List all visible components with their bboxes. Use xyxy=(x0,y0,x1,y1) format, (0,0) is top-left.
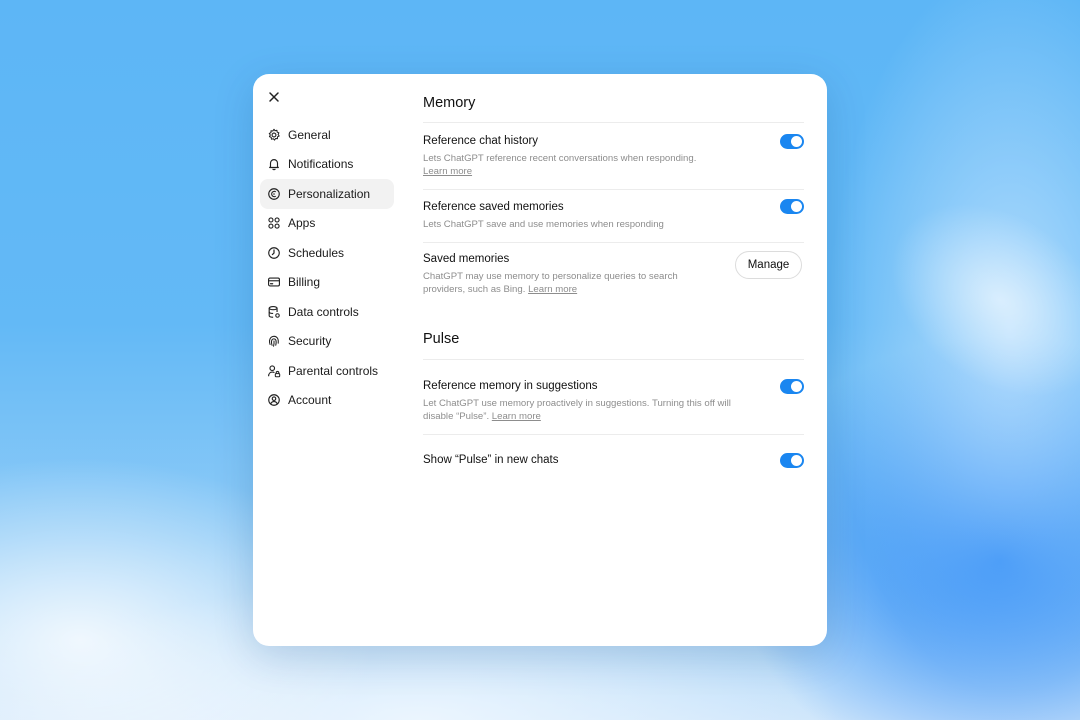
setting-title: Reference saved memories xyxy=(423,201,564,213)
setting-reference-memory-in-suggestions: Reference memory in suggestions Let Chat… xyxy=(423,379,804,423)
user-lock-icon xyxy=(267,364,281,378)
sidebar-item-schedules[interactable]: Schedules xyxy=(260,238,394,268)
sidebar-item-account[interactable]: Account xyxy=(260,386,394,416)
settings-dialog: General Notifications Personalization Ap… xyxy=(253,74,827,646)
section-title-pulse: Pulse xyxy=(423,331,460,347)
setting-title: Show “Pulse” in new chats xyxy=(423,454,559,466)
sidebar-item-label: Account xyxy=(288,393,332,408)
sidebar-item-apps[interactable]: Apps xyxy=(260,209,394,239)
sidebar-item-label: Notifications xyxy=(288,157,354,172)
settings-sidebar: General Notifications Personalization Ap… xyxy=(260,120,394,415)
desktop-background: General Notifications Personalization Ap… xyxy=(0,0,1080,720)
user-circle-icon xyxy=(267,393,281,407)
setting-description: Lets ChatGPT save and use memories when … xyxy=(423,219,664,230)
sidebar-item-label: Personalization xyxy=(288,186,371,201)
show-pulse-toggle[interactable] xyxy=(780,453,804,468)
sidebar-item-label: Billing xyxy=(288,275,321,290)
setting-saved-memories: Saved memories ChatGPT may use memory to… xyxy=(423,251,804,296)
reference-memory-in-suggestions-toggle[interactable] xyxy=(780,379,804,394)
setting-reference-chat-history: Reference chat history Lets ChatGPT refe… xyxy=(423,134,804,178)
sidebar-item-label: Schedules xyxy=(288,245,345,260)
close-icon xyxy=(268,91,280,103)
sidebar-item-notifications[interactable]: Notifications xyxy=(260,150,394,180)
sidebar-item-label: Apps xyxy=(288,216,316,231)
personalization-icon xyxy=(267,187,281,201)
sidebar-item-personalization[interactable]: Personalization xyxy=(260,179,394,209)
fingerprint-icon xyxy=(267,334,281,348)
reference-chat-history-toggle[interactable] xyxy=(780,134,804,149)
divider xyxy=(423,434,804,435)
credit-card-icon xyxy=(267,275,281,289)
gear-icon xyxy=(267,128,281,142)
clock-icon xyxy=(267,246,281,260)
divider xyxy=(423,122,804,123)
sidebar-item-billing[interactable]: Billing xyxy=(260,268,394,298)
setting-title: Reference chat history xyxy=(423,135,539,147)
apps-grid-icon xyxy=(267,216,281,230)
database-icon xyxy=(267,305,281,319)
close-button[interactable] xyxy=(265,88,283,106)
divider xyxy=(423,242,804,243)
divider xyxy=(423,189,804,190)
sidebar-item-label: Data controls xyxy=(288,304,359,319)
learn-more-link[interactable]: Learn more xyxy=(492,411,541,422)
bell-icon xyxy=(267,157,281,171)
setting-description: ChatGPT may use memory to personalize qu… xyxy=(423,271,678,295)
setting-reference-saved-memories: Reference saved memories Lets ChatGPT sa… xyxy=(423,199,804,231)
setting-title: Reference memory in suggestions xyxy=(423,380,598,392)
manage-memories-button[interactable]: Manage xyxy=(735,251,802,279)
sidebar-item-label: General xyxy=(288,127,331,142)
sidebar-item-parental-controls[interactable]: Parental controls xyxy=(260,356,394,386)
section-title-memory: Memory xyxy=(423,95,476,111)
divider xyxy=(423,359,804,360)
learn-more-link[interactable]: Learn more xyxy=(528,284,577,295)
setting-description: Lets ChatGPT reference recent conversati… xyxy=(423,153,697,177)
reference-saved-memories-toggle[interactable] xyxy=(780,199,804,214)
sidebar-item-general[interactable]: General xyxy=(260,120,394,150)
sidebar-item-security[interactable]: Security xyxy=(260,327,394,357)
sidebar-item-data-controls[interactable]: Data controls xyxy=(260,297,394,327)
sidebar-item-label: Security xyxy=(288,334,332,349)
setting-description: Let ChatGPT use memory proactively in su… xyxy=(423,398,731,422)
setting-show-pulse: Show “Pulse” in new chats xyxy=(423,453,804,468)
sidebar-item-label: Parental controls xyxy=(288,363,379,378)
learn-more-link[interactable]: Learn more xyxy=(423,166,472,177)
